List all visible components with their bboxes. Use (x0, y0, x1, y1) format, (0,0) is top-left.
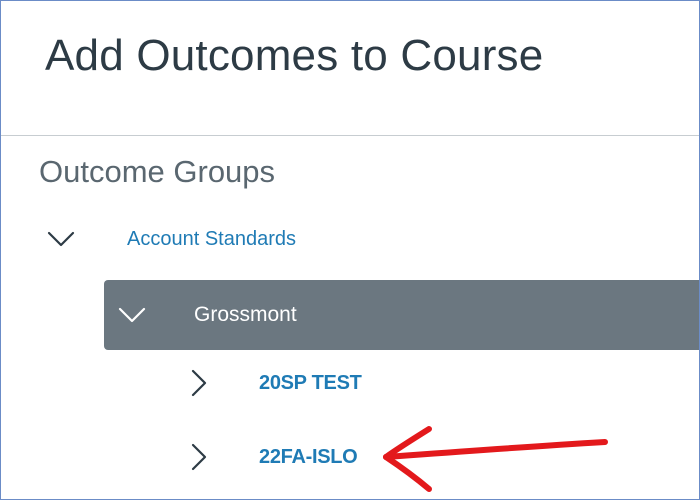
tree-item-label[interactable]: 22FA-ISLO (259, 446, 358, 469)
tree-item-label[interactable]: 20SP TEST (259, 372, 362, 395)
tree-item-22fa-islo[interactable]: 22FA-ISLO (185, 443, 358, 471)
tree-item-label[interactable]: Grossmont (194, 303, 297, 327)
tree-item-label[interactable]: Account Standards (127, 228, 296, 251)
tree-item-20sp-test[interactable]: 20SP TEST (185, 369, 362, 397)
chevron-right-icon[interactable] (185, 369, 213, 397)
dialog-frame: Add Outcomes to Course Outcome Groups Ac… (0, 0, 700, 500)
chevron-down-icon[interactable] (47, 225, 75, 253)
tree-item-grossmont[interactable]: Grossmont (104, 280, 699, 350)
dialog-title: Add Outcomes to Course (45, 31, 544, 80)
chevron-down-icon[interactable] (118, 301, 146, 329)
outcome-groups-heading: Outcome Groups (39, 154, 276, 189)
tree-item-account-standards[interactable]: Account Standards (47, 225, 296, 253)
chevron-right-icon[interactable] (185, 443, 213, 471)
dialog-header: Add Outcomes to Course (1, 1, 699, 136)
